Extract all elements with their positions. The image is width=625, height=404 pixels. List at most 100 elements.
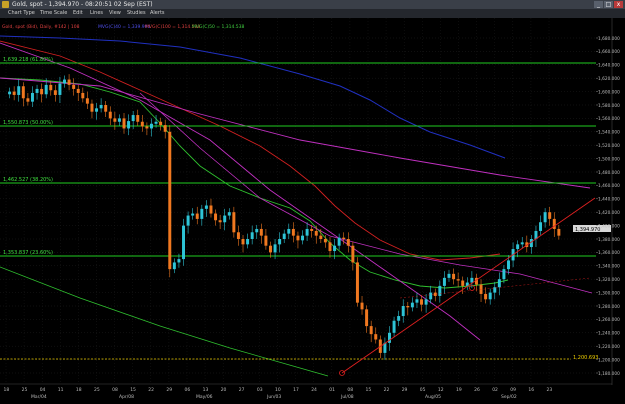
candle-body — [104, 105, 108, 112]
price-tick-label: 1,320.000 — [598, 277, 620, 283]
menu-bar: Chart Type Time Scale Edit Lines View St… — [0, 9, 625, 18]
candle-body — [548, 212, 552, 219]
date-tick-label: 25 — [22, 387, 28, 393]
candle-body — [145, 126, 149, 129]
date-tick-label: 02 — [492, 387, 498, 393]
candle-body — [342, 237, 346, 239]
date-tick-label: 18 — [76, 387, 82, 393]
legend-ma1: MVG(C)40 = 1,339.994 — [98, 24, 150, 30]
menu-edit[interactable]: Edit — [73, 9, 83, 18]
candle-body — [163, 125, 167, 132]
candle-body — [58, 83, 62, 95]
candle-body — [557, 228, 561, 236]
price-tick-label: 1,680.000 — [598, 36, 620, 42]
price-tick-label: 1,560.000 — [598, 116, 620, 122]
price-tick-label: 1,340.000 — [598, 264, 620, 270]
current-price-label: 1,394.970 — [575, 227, 600, 233]
candle-body — [218, 220, 222, 223]
date-tick-label: 25 — [94, 387, 100, 393]
date-tick-label: 01 — [329, 387, 335, 393]
candle-body — [374, 334, 378, 340]
candle-body — [456, 279, 460, 281]
candle-body — [552, 218, 556, 229]
month-tick-label: Mar/04 — [31, 394, 47, 400]
candle-body — [438, 285, 442, 296]
candle-body — [397, 316, 401, 321]
date-tick-label: 18 — [4, 387, 10, 393]
candle-body — [415, 299, 419, 303]
candle-body — [131, 115, 135, 122]
candle-body — [30, 92, 34, 102]
candle-body — [259, 228, 263, 236]
candle-body — [255, 228, 259, 233]
candle-body — [195, 213, 199, 219]
price-tick-label: 1,420.000 — [598, 210, 620, 216]
price-tick-label: 1,540.000 — [598, 130, 620, 136]
price-tick-label: 1,580.000 — [598, 103, 620, 109]
candle-body — [250, 232, 254, 239]
candle-body — [117, 118, 121, 122]
candle-body — [108, 111, 112, 119]
price-tick-label: 1,200.000 — [598, 357, 620, 363]
candle-body — [410, 302, 414, 308]
date-tick-label: 27 — [239, 387, 245, 393]
menu-view[interactable]: View — [109, 9, 121, 18]
candle-body — [232, 212, 236, 233]
price-tick-label: 1,220.000 — [598, 344, 620, 350]
candle-body — [452, 273, 456, 280]
candle-body — [470, 277, 474, 283]
window-title: Gold, spot - 1,394.970 - 08:20:51 02 Sep… — [12, 1, 153, 8]
date-tick-label: 06 — [185, 387, 191, 393]
candle-body — [319, 235, 323, 239]
candle-body — [516, 244, 520, 250]
price-chart[interactable]: Gold, spot (Bid), Daily, #142 | 108 MVG(… — [0, 18, 625, 400]
date-tick-label: 22 — [148, 387, 154, 393]
candle-body — [406, 306, 410, 308]
menu-studies[interactable]: Studies — [127, 9, 146, 18]
legend-symbol: Gold, spot (Bid), Daily, #142 | 108 — [2, 24, 80, 30]
price-tick-label: 1,240.000 — [598, 331, 620, 337]
candle-body — [186, 215, 190, 226]
close-button[interactable]: x — [614, 1, 623, 8]
date-tick-label: 04 — [40, 387, 46, 393]
candle-body — [40, 88, 44, 95]
candle-body — [420, 299, 424, 305]
month-tick-label: Jul/08 — [340, 394, 354, 400]
candle-body — [360, 302, 364, 310]
candle-body — [63, 79, 66, 84]
candle-body — [264, 235, 268, 246]
fib-label-61: 1,639.218 (61.80%) — [3, 57, 53, 63]
candle-body — [85, 98, 89, 104]
window-titlebar: Gold, spot - 1,394.970 - 08:20:51 02 Sep… — [0, 0, 625, 9]
menu-chart-type[interactable]: Chart Type — [8, 9, 35, 18]
candle-body — [214, 213, 218, 221]
candle-body — [99, 105, 103, 109]
price-tick-label: 1,520.000 — [598, 143, 620, 149]
menu-alerts[interactable]: Alerts — [150, 9, 165, 18]
candle-body — [182, 225, 185, 260]
candle-body — [488, 292, 492, 300]
candle-body — [479, 284, 483, 294]
menu-lines[interactable]: Lines — [90, 9, 103, 18]
candle-body — [301, 235, 305, 241]
candle-body — [81, 92, 85, 99]
maximize-button[interactable]: □ — [604, 1, 613, 8]
app-icon — [2, 1, 9, 8]
candle-body — [507, 260, 510, 270]
fib-label-50: 1,550.873 (50.00%) — [3, 120, 53, 126]
candle-body — [355, 262, 359, 303]
candle-body — [204, 205, 208, 209]
price-tick-label: 1,480.000 — [598, 170, 620, 176]
candle-body — [273, 244, 277, 253]
date-tick-label: 09 — [510, 387, 516, 393]
minimize-button[interactable]: _ — [594, 1, 603, 8]
candle-body — [127, 121, 131, 129]
candle-body — [429, 292, 433, 300]
candle-body — [447, 273, 451, 278]
price-tick-label: 1,640.000 — [598, 63, 620, 69]
candle-body — [35, 88, 39, 93]
candle-body — [268, 245, 272, 253]
date-tick-label: 26 — [474, 387, 480, 393]
price-tick-label: 1,660.000 — [598, 49, 620, 55]
menu-time-scale[interactable]: Time Scale — [40, 9, 67, 18]
